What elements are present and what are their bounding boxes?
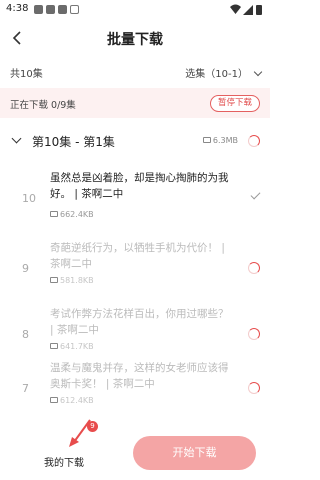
notification-icon [58,5,67,14]
folder-icon [50,343,58,349]
episode-range-select[interactable]: 选集（10-1） [185,65,248,80]
checkmark-icon [250,189,261,200]
episode-number: 10 [22,192,36,205]
notification-icon [46,5,55,14]
episode-title: 虽然总是凶着脸，却是掏心掏肺的为我好。 | 茶啊二中 [50,172,229,200]
loading-spinner-icon [248,262,260,274]
chevron-down-icon[interactable] [253,67,263,77]
chevron-down-icon[interactable] [11,133,22,144]
episode-size-value: 641.7KB [60,342,94,351]
folder-icon [50,397,58,403]
episode-number: 7 [22,382,29,395]
summary-row: 共10集 选集（10-1） [0,60,270,86]
battery-icon [256,5,262,15]
folder-icon [50,211,58,217]
episode-title: 温柔与魔鬼并存，这样的女老师应该得奥斯卡奖！ | 茶啊二中 [50,362,229,390]
episode-title: 奇葩逆纸行为，以牺牲手机为代价！ | 茶啊二中 [50,242,225,270]
loading-spinner-icon [248,135,260,147]
status-bar: 4:38 [0,0,270,20]
chapter-group-header[interactable]: 第10集 - 第1集 6.3MB [0,130,270,152]
chapter-size: 6.3MB [202,136,238,145]
episode-size-value: 581.8KB [60,276,94,285]
bottom-action-bar: 我的下载 9 开始下载 [0,416,270,480]
folder-icon [202,137,211,143]
start-download-button[interactable]: 开始下载 [133,436,256,470]
signal-icon [243,5,253,15]
download-progress-text: 正在下载 0/9集 [10,100,76,111]
chapter-name: 第10集 - 第1集 [32,135,115,149]
total-episodes: 共10集 [10,69,43,80]
episode-number: 9 [22,262,29,275]
page-title: 批量下载 [107,32,163,48]
episode-size-value: 662.4KB [60,210,94,219]
pause-download-button[interactable]: 暂停下载 [210,95,260,112]
notification-icon [70,5,79,14]
my-downloads-link[interactable]: 我的下载 [44,454,84,469]
download-count-badge: 9 [87,421,98,432]
status-time: 4:38 [6,3,29,14]
episode-size: 641.7KB [50,342,94,351]
wifi-icon [230,4,241,14]
notification-icon [34,5,43,14]
loading-spinner-icon [248,382,260,394]
app-header: 批量下载 [0,22,270,56]
episode-size: 612.4KB [50,396,94,405]
episode-number: 8 [22,328,29,341]
folder-icon [50,277,58,283]
chapter-size-value: 6.3MB [212,136,238,145]
download-progress-banner: 正在下载 0/9集 暂停下载 [0,88,270,118]
episode-title: 考试作弊方法花样百出，你用过哪些？ | 茶啊二中 [50,308,229,336]
episode-size: 662.4KB [50,210,94,219]
loading-spinner-icon [248,328,260,340]
episode-size-value: 612.4KB [60,396,94,405]
episode-size: 581.8KB [50,276,94,285]
list-item[interactable]: 10 虽然总是凶着脸，却是掏心掏肺的为我好。 | 茶啊二中 662.4KB [0,162,270,240]
